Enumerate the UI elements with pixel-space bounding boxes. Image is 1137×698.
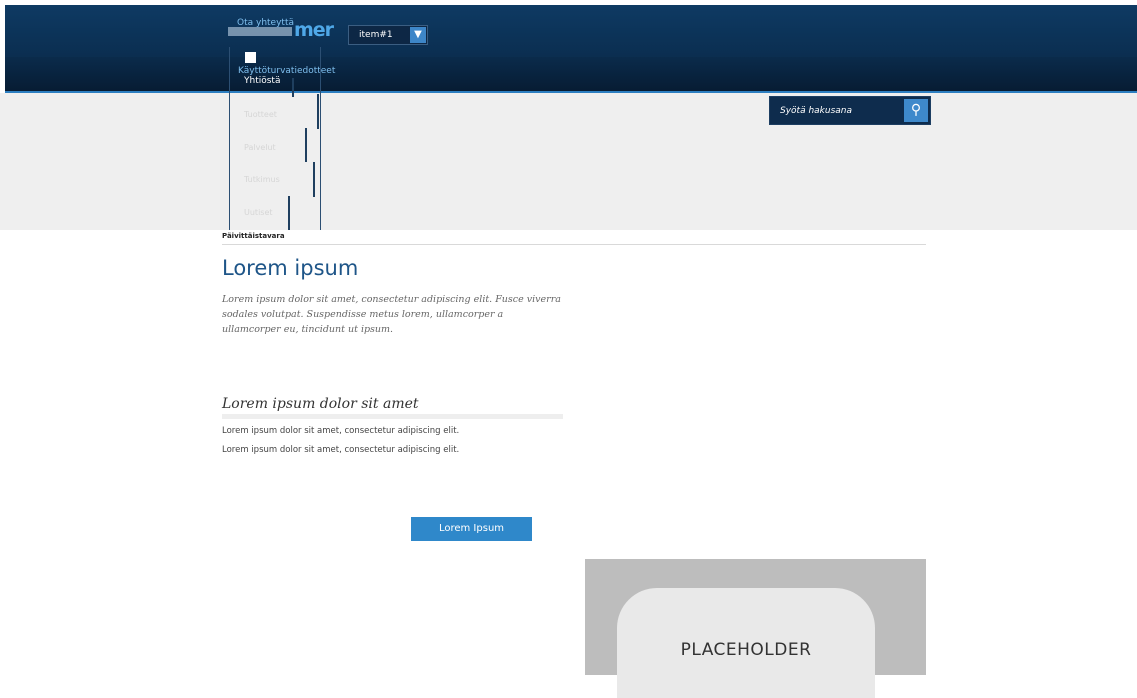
- menu-item-company[interactable]: Yhtiöstä: [244, 76, 280, 86]
- placeholder-panel: PLACEHOLDER: [585, 559, 926, 698]
- placeholder-label: PLACEHOLDER: [680, 640, 812, 660]
- select-value: item#1: [359, 30, 393, 40]
- menu-item[interactable]: Tuotteet: [244, 110, 277, 119]
- menu-scroll-indicator: [317, 94, 319, 129]
- intro-text: Lorem ipsum dolor sit amet, consectetur …: [222, 294, 561, 335]
- menu-item[interactable]: Tutkimus: [244, 175, 280, 184]
- divider: [222, 244, 926, 245]
- lorem-ipsum-button[interactable]: Lorem Ipsum: [411, 517, 532, 541]
- placeholder-card: PLACEHOLDER: [617, 588, 875, 698]
- header-nav-band: [5, 57, 1137, 91]
- search-icon[interactable]: ⚲: [904, 99, 928, 122]
- menu-scroll-indicator: [288, 196, 290, 230]
- hero-background: [0, 93, 1137, 230]
- menu-item[interactable]: Uutiset: [244, 208, 273, 217]
- nav-link-contact[interactable]: Ota yhteyttä: [237, 18, 294, 28]
- chevron-down-icon[interactable]: ▼: [410, 27, 426, 43]
- search-box: ⚲: [769, 96, 931, 125]
- menu-scroll-indicator: [313, 162, 315, 197]
- item-select[interactable]: item#1 ▼: [348, 25, 428, 45]
- logo-text: mer: [294, 19, 334, 41]
- breadcrumb[interactable]: Päivittäistavara: [222, 232, 285, 240]
- body-line: Lorem ipsum dolor sit amet, consectetur …: [222, 426, 460, 436]
- menu-scroll-indicator: [305, 128, 307, 162]
- section-divider: [222, 414, 563, 419]
- menu-scroll-indicator: [292, 78, 294, 97]
- body-line: Lorem ipsum dolor sit amet, consectetur …: [222, 445, 460, 455]
- logo-mark: [228, 27, 292, 36]
- menu-item[interactable]: Palvelut: [244, 143, 276, 152]
- section-title: Lorem ipsum dolor sit amet: [222, 396, 419, 412]
- dropdown-menu: [229, 47, 321, 230]
- page-title: Lorem ipsum: [222, 256, 359, 280]
- search-input[interactable]: [778, 102, 902, 120]
